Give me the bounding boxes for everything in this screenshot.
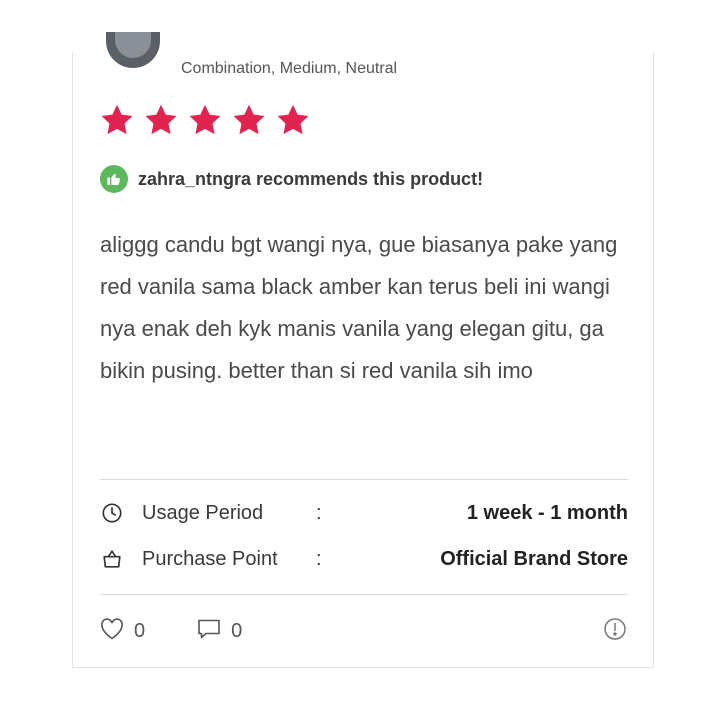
comment-icon (197, 618, 221, 645)
heart-icon (100, 617, 124, 645)
star-icon (233, 104, 265, 135)
comment-button[interactable]: 0 (197, 618, 242, 645)
clock-icon (100, 501, 124, 525)
divider (100, 594, 628, 595)
purchase-point-label: Purchase Point (142, 547, 278, 570)
divider (100, 479, 628, 480)
review-card: Combination, Medium, Neutral zahra_ntngr… (72, 32, 654, 668)
separator: : (316, 501, 322, 524)
star-icon (189, 104, 221, 135)
thumbs-up-icon (100, 165, 128, 193)
like-button[interactable]: 0 (100, 617, 146, 645)
recommendation-text: zahra_ntngra recommends this product! (138, 168, 484, 189)
report-button[interactable] (602, 617, 628, 646)
review-text: aliggg candu bgt wangi nya, gue biasanya… (100, 232, 618, 383)
comment-count: 0 (231, 619, 243, 642)
star-rating (99, 102, 311, 138)
skin-profile: Combination, Medium, Neutral (181, 60, 398, 77)
star-icon (277, 104, 309, 135)
usage-period-label: Usage Period (142, 501, 264, 524)
purchase-point-value: Official Brand Store (440, 547, 628, 570)
like-count: 0 (134, 619, 146, 642)
usage-period-row: Usage Period : 1 week - 1 month (100, 498, 628, 528)
purchase-point-row: Purchase Point : Official Brand Store (100, 544, 628, 574)
page: Combination, Medium, Neutral zahra_ntngr… (0, 0, 726, 726)
avatar[interactable] (106, 32, 160, 68)
usage-period-value: 1 week - 1 month (466, 501, 628, 524)
shopping-bag-icon (100, 547, 124, 571)
report-icon (603, 617, 627, 646)
star-icon (101, 104, 133, 135)
separator: : (316, 547, 322, 570)
star-icon (145, 104, 177, 135)
recommendation: zahra_ntngra recommends this product! (100, 165, 483, 193)
avatar-image (115, 32, 151, 58)
review-actions: 0 0 (100, 617, 628, 645)
